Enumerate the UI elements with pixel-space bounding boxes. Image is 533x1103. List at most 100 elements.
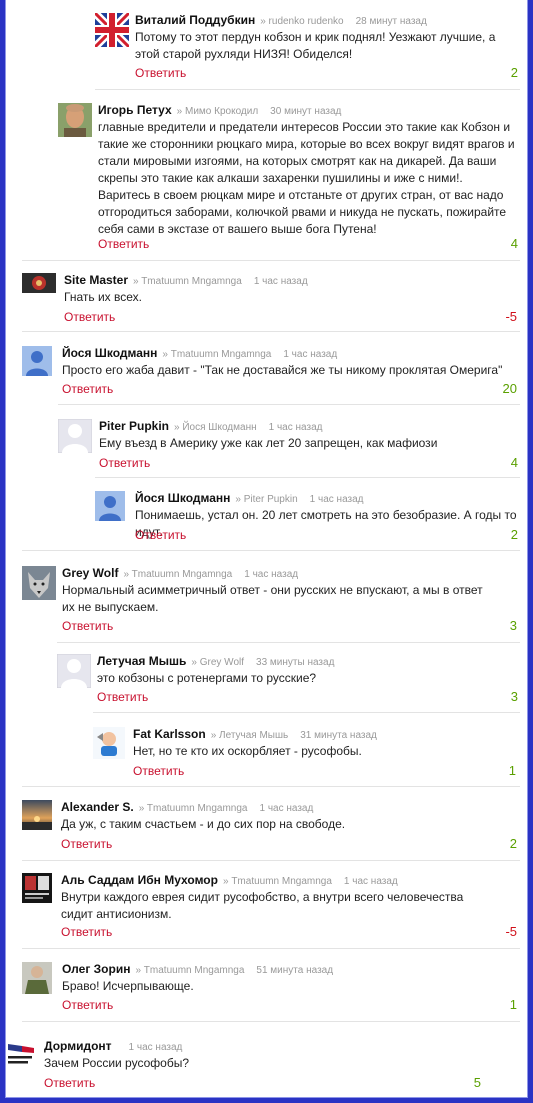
reply-link[interactable]: Ответить xyxy=(135,528,186,542)
comment-author[interactable]: Piter Pupkin xyxy=(99,419,169,433)
comment-text: Нормальный асимметричный ответ - они рус… xyxy=(62,583,483,614)
comment-author[interactable]: Игорь Петух xyxy=(98,103,172,117)
sunset-avatar[interactable] xyxy=(22,800,52,830)
comment-author[interactable]: Аль Саддам Ибн Мухомор xyxy=(61,873,218,887)
comment-divider xyxy=(57,642,520,643)
comment-score: 3 xyxy=(509,618,517,633)
default-blue-avatar[interactable] xyxy=(95,491,125,521)
comment-score: 4 xyxy=(510,455,518,470)
reply-link[interactable]: Ответить xyxy=(133,764,184,778)
comment-header: Grey Wolf» Tmatuumn Mngamnga 1 час назад xyxy=(62,566,299,580)
comment-author[interactable]: Летучая Мышь xyxy=(97,654,186,668)
comment-parent[interactable]: Piter Pupkin xyxy=(244,494,298,505)
comment-text: Да уж, с таким счастьем - и до сих пор н… xyxy=(61,817,346,831)
comment-divider xyxy=(22,860,520,861)
comment-divider xyxy=(22,786,520,787)
comment-author[interactable]: Дормидонт xyxy=(44,1039,112,1053)
flag-uk-avatar[interactable] xyxy=(95,13,129,47)
comment-time: 33 минуты назад xyxy=(256,657,335,668)
reply-link[interactable]: Ответить xyxy=(61,925,112,939)
reply-link[interactable]: Ответить xyxy=(97,690,148,704)
reply-link[interactable]: Ответить xyxy=(44,1076,95,1090)
comment-header: Игорь Петух» Мимо Крокодил 30 минут назад xyxy=(98,103,342,117)
comment-time: 30 минут назад xyxy=(270,106,342,117)
comment-author[interactable]: Fat Karlsson xyxy=(133,727,206,741)
comment-header: Fat Karlsson» Летучая Мышь 31 минута наза… xyxy=(133,727,377,741)
comment-header: Летучая Мышь» Grey Wolf 33 минуты назад xyxy=(97,654,335,668)
comment-time: 1 час назад xyxy=(283,349,338,360)
comment: Alexander S.» Tmatuumn Mngamnga 1 час наз… xyxy=(22,800,522,851)
comment-author[interactable]: Alexander S. xyxy=(61,800,134,814)
wolf-avatar[interactable] xyxy=(22,566,56,600)
reply-link[interactable]: Ответить xyxy=(135,66,186,80)
comment-divider xyxy=(22,1021,520,1022)
comment-parent[interactable]: Tmatuumn Mngamnga xyxy=(144,965,245,976)
comment-parent[interactable]: Tmatuumn Mngamnga xyxy=(231,876,332,887)
comment-score: 1 xyxy=(509,997,517,1012)
comment-author[interactable]: Grey Wolf xyxy=(62,566,118,580)
comment-parent[interactable]: Летучая Мышь xyxy=(219,730,288,741)
comment-divider xyxy=(22,550,520,551)
comment-parent[interactable]: Йося Шкодманн xyxy=(182,422,256,433)
comment-text: Просто его жаба давит - "Так не доставай… xyxy=(62,363,503,377)
comment-text: Зачем России русофобы? xyxy=(44,1056,189,1070)
comment-time: 31 минута назад xyxy=(300,730,377,741)
comment-author[interactable]: Йося Шкодманн xyxy=(135,491,230,505)
comment-parent[interactable]: Tmatuumn Mngamnga xyxy=(171,349,272,360)
comment-parent[interactable]: Grey Wolf xyxy=(200,657,244,668)
soldier-avatar[interactable] xyxy=(22,962,52,994)
comment-time: 28 минут назад xyxy=(355,16,427,27)
comment-header: Виталий Поддубкин» rudenko rudenko 28 мин… xyxy=(135,13,427,27)
comment-author[interactable]: Олег Зорин xyxy=(62,962,130,976)
comment-score: 4 xyxy=(510,236,518,251)
comment-header: Йося Шкодманн» Tmatuumn Mngamnga 1 час на… xyxy=(62,346,338,360)
comment-score: 2 xyxy=(509,836,517,851)
comment-text: Браво! Исчерпывающе. xyxy=(62,979,194,993)
comment-score: 3 xyxy=(510,689,518,704)
comment-parent[interactable]: rudenko rudenko xyxy=(269,16,344,27)
comment-author[interactable]: Site Master xyxy=(64,273,128,287)
reply-link[interactable]: Ответить xyxy=(64,310,115,324)
comment-text: Потому то этот пердун кобзон и крик подн… xyxy=(135,30,496,61)
comment-header: Дормидонт 1 час назад xyxy=(44,1039,182,1055)
comment: Piter Pupkin» Йося Шкодманн 1 час назад Е… xyxy=(58,419,523,470)
comment: Дормидонт 1 час назад Зачем России русофо… xyxy=(6,1039,506,1090)
comment: Аль Саддам Ибн Мухомор» Tmatuumn Mngamng… xyxy=(22,873,522,943)
comment-text: Гнать их всех. xyxy=(64,290,142,304)
emblem-avatar[interactable] xyxy=(22,273,56,293)
default-blue-avatar[interactable] xyxy=(22,346,52,376)
comment-parent[interactable]: Tmatuumn Mngamnga xyxy=(132,569,233,580)
comment-header: Йося Шкодманн» Piter Pupkin 1 час назад xyxy=(135,491,364,505)
comment-author[interactable]: Виталий Поддубкин xyxy=(135,13,255,27)
comment-divider xyxy=(95,89,520,90)
comment-parent[interactable]: Tmatuumn Mngamnga xyxy=(141,276,242,287)
reply-link[interactable]: Ответить xyxy=(99,456,150,470)
comment-divider xyxy=(93,712,520,713)
comment-parent[interactable]: Tmatuumn Mngamnga xyxy=(147,803,248,814)
reply-link[interactable]: Ответить xyxy=(98,237,149,251)
cartoon-avatar[interactable] xyxy=(93,727,125,759)
reply-link[interactable]: Ответить xyxy=(62,619,113,633)
comment-text: главные вредители и предатели интересов … xyxy=(98,120,515,236)
comment-list: Виталий Поддубкин» rudenko rudenko 28 мин… xyxy=(0,0,533,1103)
reply-link[interactable]: Ответить xyxy=(61,837,112,851)
comment-text: Ему въезд в Америку уже как лет 20 запре… xyxy=(99,436,438,450)
reply-link[interactable]: Ответить xyxy=(62,382,113,396)
comment: Йося Шкодманн» Piter Pupkin 1 час назад П… xyxy=(95,491,525,542)
reply-link[interactable]: Ответить xyxy=(62,998,113,1012)
comment-time: 1 час назад xyxy=(128,1042,183,1053)
comment-time: 1 час назад xyxy=(253,276,308,287)
photo-avatar[interactable] xyxy=(58,103,92,137)
comment: Йося Шкодманн» Tmatuumn Mngamnga 1 час на… xyxy=(22,346,522,396)
comment: Игорь Петух» Мимо Крокодил 30 минут назад… xyxy=(58,103,523,253)
comment-header: Piter Pupkin» Йося Шкодманн 1 час назад xyxy=(99,419,323,433)
poster-avatar[interactable] xyxy=(22,873,52,903)
sign-avatar[interactable] xyxy=(6,1039,36,1069)
comment-time: 1 час назад xyxy=(309,494,364,505)
default-grey-avatar[interactable] xyxy=(58,419,92,453)
comment-divider xyxy=(22,331,520,332)
comment-author[interactable]: Йося Шкодманн xyxy=(62,346,157,360)
comment: Летучая Мышь» Grey Wolf 33 минуты назад э… xyxy=(57,654,522,704)
comment-parent[interactable]: Мимо Крокодил xyxy=(185,106,258,117)
default-grey-avatar[interactable] xyxy=(57,654,91,688)
